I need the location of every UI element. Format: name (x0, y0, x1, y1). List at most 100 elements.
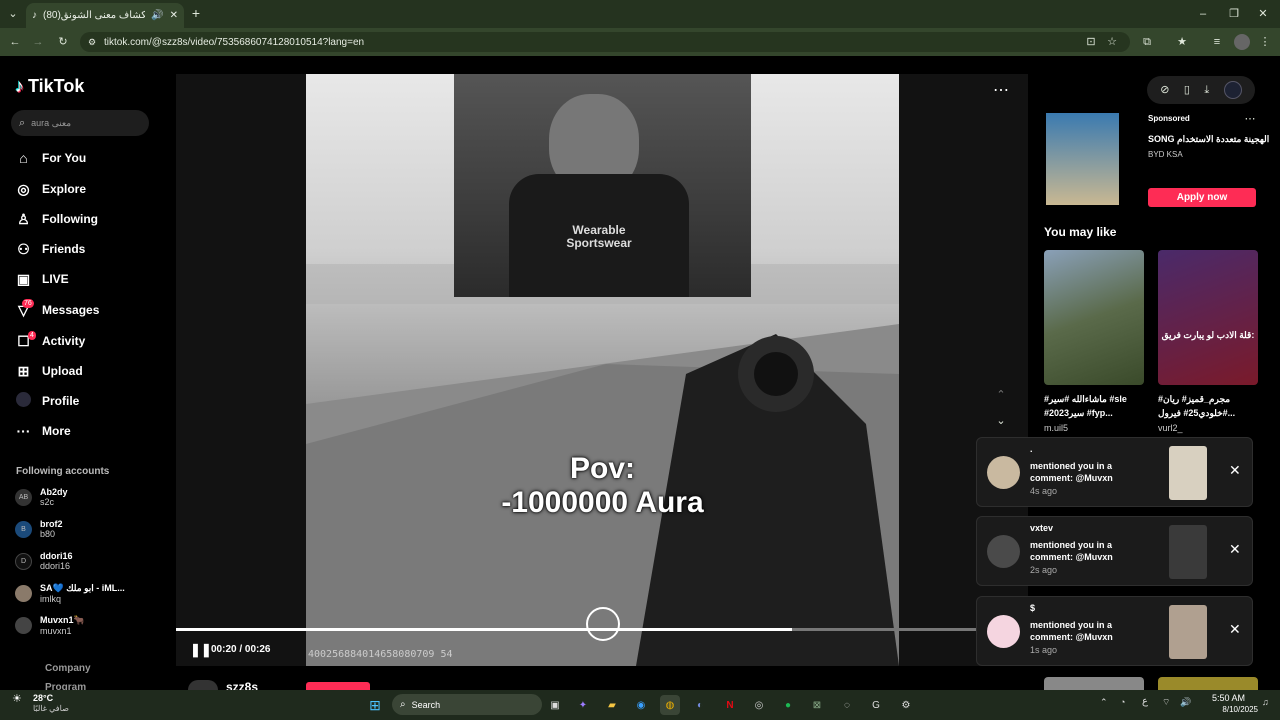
minimize-icon[interactable]: – (1196, 7, 1210, 21)
app-icon[interactable]: ◌ (837, 695, 857, 715)
favorites-icon[interactable]: ★ (1175, 35, 1189, 49)
site-info-icon[interactable]: ⚙ (88, 37, 96, 48)
netflix-icon[interactable]: N (720, 695, 740, 715)
tab-close-icon[interactable]: ✕ (170, 10, 178, 21)
weather-icon[interactable]: ☀ (12, 692, 22, 705)
edge-icon[interactable]: ◉ (631, 695, 651, 715)
nav-upload[interactable]: ⊞ Upload (15, 360, 83, 382)
task-view-icon[interactable]: ▣ (545, 695, 565, 715)
apply-now-button[interactable]: Apply now (1148, 188, 1256, 207)
extensions-icon[interactable]: ⧉ (1140, 35, 1154, 49)
compass-icon: ◎ (17, 180, 30, 197)
media-control-icon[interactable]: ≡ (1210, 35, 1224, 49)
nav-more[interactable]: ··· More (15, 420, 71, 442)
following-account[interactable]: Bbrof2 b80 (15, 519, 63, 539)
network-icon[interactable]: ⌔ (1162, 697, 1170, 708)
steam-icon[interactable]: ◎ (749, 695, 769, 715)
tray-chevron-icon[interactable]: ⌃ (1100, 697, 1108, 708)
recommended-card-thumb[interactable] (1158, 677, 1258, 690)
tab-search-icon[interactable]: ⌄ (6, 7, 20, 21)
recommended-card-thumb[interactable]: قلة الادب لو يبارت فريق: (1158, 250, 1258, 385)
maximize-icon[interactable]: ❐ (1227, 7, 1241, 21)
nav-label: Upload (42, 364, 83, 378)
following-account[interactable]: AB Ab2dy s2c (15, 487, 68, 507)
prev-video-icon[interactable]: ⌃ (994, 388, 1008, 402)
following-account[interactable]: Muvxn1🐂 muvxn1 (15, 615, 85, 636)
install-app-icon[interactable]: ⊡ (1084, 35, 1098, 49)
notification-toast[interactable]: $ mentioned you in a comment: @Muvxn 1s … (976, 596, 1253, 666)
close-icon[interactable]: ✕ (1229, 462, 1241, 479)
clock-date[interactable]: 8/10/2025 (1203, 705, 1258, 714)
app-icon[interactable]: G (866, 695, 886, 715)
nav-following[interactable]: ♙ Following (15, 208, 98, 230)
recommended-card-thumb[interactable] (1044, 677, 1144, 690)
following-account[interactable]: SA💙 ابو ملك - iML... imlkq (15, 583, 125, 604)
forward-icon[interactable]: → (31, 35, 45, 49)
nav-profile[interactable]: Profile (15, 390, 79, 412)
address-bar[interactable]: ⚙ tiktok.com/@szz8s/video/75356860741280… (80, 32, 1130, 52)
nav-label: Explore (42, 182, 87, 196)
nav-live[interactable]: ▣ LIVE (15, 268, 69, 290)
ad-more-icon[interactable]: ⋯ (1243, 112, 1257, 126)
notification-thumbnail[interactable] (1169, 525, 1207, 579)
notification-toast[interactable]: vxtev mentioned you in a comment: @Muvxn… (976, 516, 1253, 586)
close-window-icon[interactable]: ✕ (1256, 7, 1270, 21)
notification-thumbnail[interactable] (1169, 605, 1207, 659)
tiktok-logo[interactable]: ♪ TikTok (15, 76, 84, 97)
notification-thumbnail[interactable] (1169, 446, 1207, 500)
nav-for-you[interactable]: ⌂ For You (15, 147, 86, 169)
following-account[interactable]: Dddori16 ddori16 (15, 551, 73, 571)
pause-icon[interactable]: ❚❚ (190, 642, 212, 658)
browser-tab[interactable]: ♪ (80)استكشاف معنى الشونق 🔊 ✕ (26, 3, 184, 28)
search-input[interactable]: aura معنى (31, 118, 71, 129)
footer-program-link[interactable]: Program (45, 682, 86, 690)
tab-audio-icon[interactable]: 🔊 (151, 10, 163, 21)
follow-button[interactable] (306, 682, 370, 690)
video-more-icon[interactable]: ⋯ (993, 83, 1009, 99)
device-icon[interactable]: ▯ (1184, 83, 1190, 97)
download-icon[interactable]: ⤓ (1204, 83, 1209, 97)
video-watermark: 400256884014658080709 54 (308, 649, 453, 660)
progress-fill (176, 628, 792, 631)
chrome-icon[interactable]: ◍ (660, 695, 680, 715)
user-avatar[interactable] (1223, 81, 1242, 99)
app-icon[interactable]: ⚙ (896, 695, 916, 715)
new-tab-icon[interactable]: + (189, 6, 203, 20)
speaker-icon[interactable]: 🔊 (1180, 697, 1191, 708)
avatar: AB (15, 488, 32, 506)
nav-explore[interactable]: ◎ Explore (15, 178, 86, 200)
next-video-icon[interactable]: ⌄ (994, 414, 1008, 428)
search-icon: ⌕ (400, 699, 406, 710)
coins-icon[interactable]: ⊘ (1160, 83, 1169, 97)
profile-avatar[interactable] (1234, 34, 1250, 50)
footer-company-link[interactable]: Company (45, 663, 91, 674)
copilot-icon[interactable]: ✦ (573, 695, 593, 715)
file-explorer-icon[interactable]: ▰ (602, 695, 622, 715)
tray-app-icon[interactable]: ◔ (1120, 697, 1125, 707)
discord-icon[interactable]: ◐ (690, 695, 710, 715)
nav-friends[interactable]: ⚇ Friends (15, 238, 85, 260)
author-name[interactable]: szz8s (226, 680, 258, 690)
account-name: SA💙 ابو ملك - iML... (40, 583, 125, 593)
nav-activity[interactable]: ☐ Activity (15, 330, 85, 352)
taskbar-search[interactable]: ⌕ Search (392, 694, 542, 715)
reload-icon[interactable]: ↻ (56, 35, 70, 49)
card-caption: #ماشاءالله #سير #sle #2023سير #fyp... (1044, 394, 1127, 418)
close-icon[interactable]: ✕ (1229, 621, 1241, 638)
keyboard-language[interactable]: ع (1142, 696, 1148, 707)
notification-bell-icon[interactable]: ♫ (1262, 697, 1269, 707)
video-frame[interactable]: Wearable Sportswear Pov: -1000000 Aura 4… (306, 74, 899, 666)
notification-toast[interactable]: . mentioned you in a comment: @Muvxn 4s … (976, 437, 1253, 507)
bookmark-star-icon[interactable]: ☆ (1105, 35, 1119, 49)
back-icon[interactable]: ← (8, 35, 22, 49)
sponsored-thumbnail[interactable] (1046, 113, 1119, 205)
browser-menu-icon[interactable]: ⋮ (1258, 35, 1272, 49)
recommended-card-thumb[interactable] (1044, 250, 1144, 385)
windows-start-icon[interactable]: ⊞ (365, 695, 385, 715)
spotify-icon[interactable]: ● (778, 695, 798, 715)
clock-time[interactable]: 5:50 AM (1211, 693, 1245, 703)
close-icon[interactable]: ✕ (1229, 541, 1241, 558)
xbox-icon[interactable]: ⊠ (807, 695, 827, 715)
search-box[interactable]: ⌕ aura معنى (11, 110, 149, 136)
author-avatar[interactable] (188, 680, 218, 690)
